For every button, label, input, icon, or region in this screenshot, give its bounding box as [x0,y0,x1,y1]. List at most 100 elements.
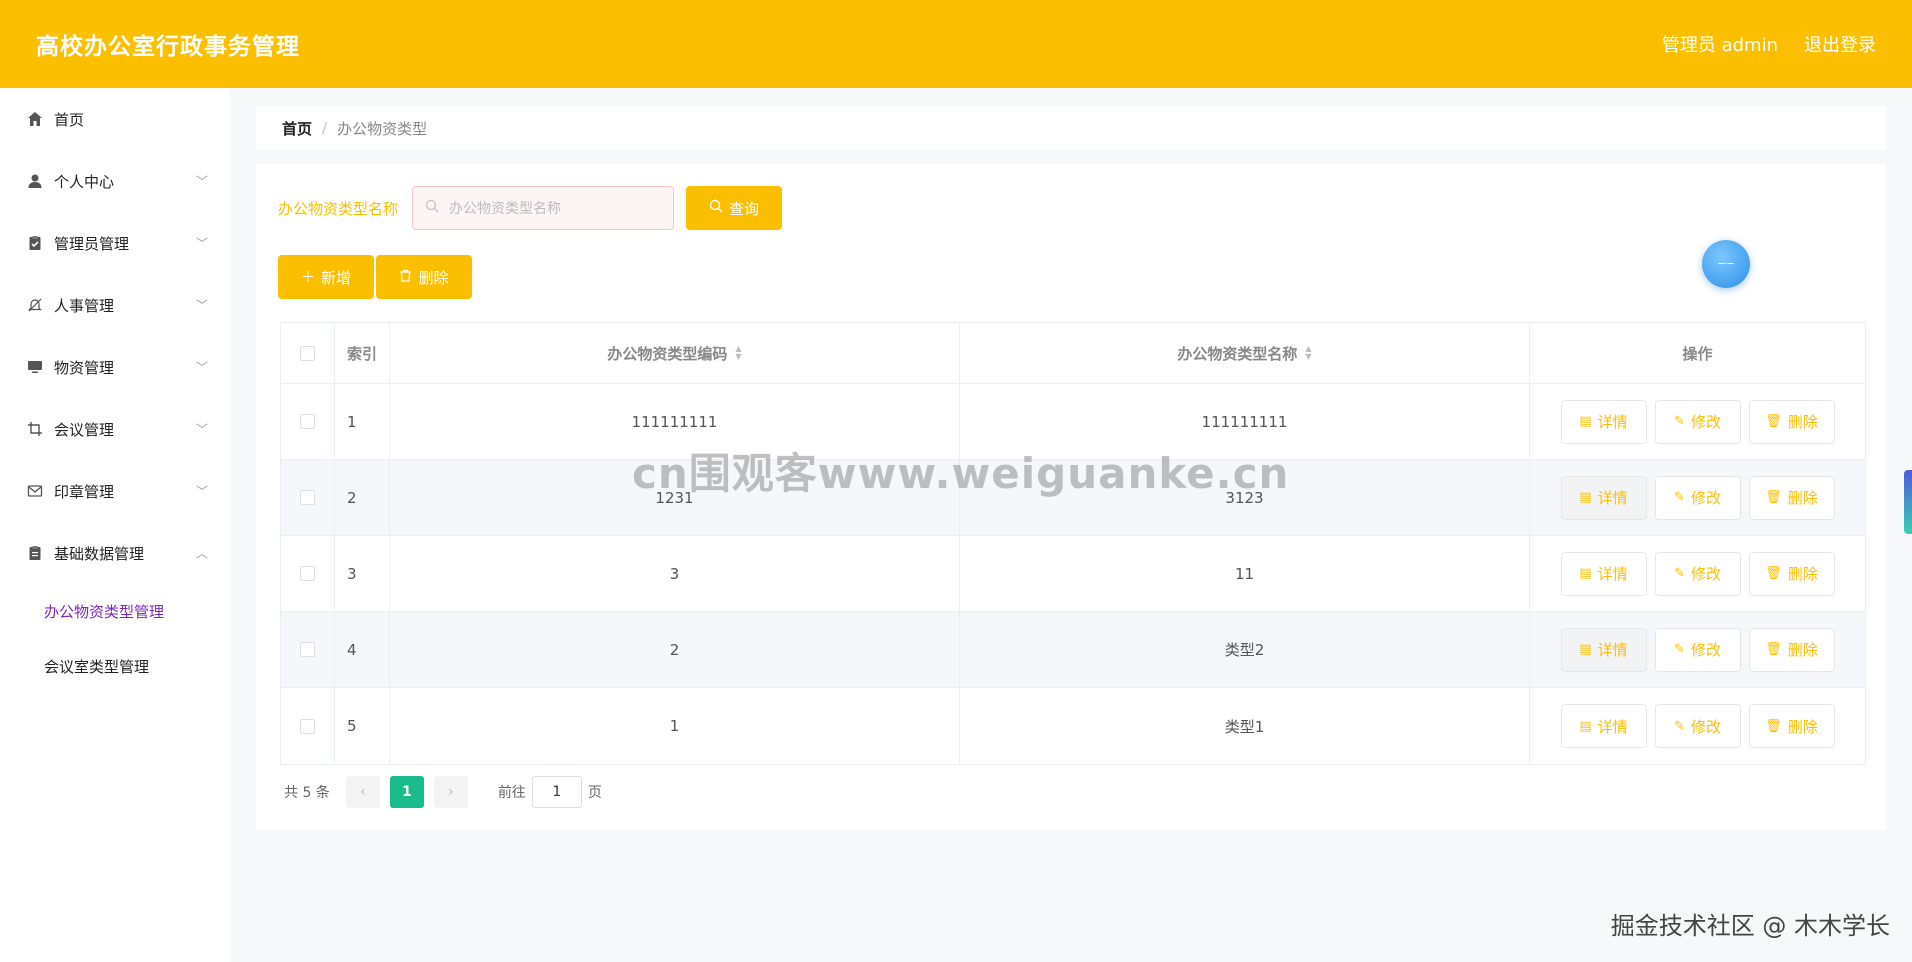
bell-off-icon [26,296,44,314]
clipboard-icon [26,544,44,562]
query-button[interactable]: 查询 [686,186,783,230]
side-scroll-tab[interactable] [1904,470,1912,534]
batch-delete-button[interactable]: 删除 [376,255,472,299]
floating-assistant-icon[interactable]: ─·─ [1702,240,1750,288]
row-checkbox[interactable] [300,718,315,734]
sidebar-item-label: 会议管理 [54,420,115,439]
table-header-row: 索引 办公物资类型编码 ▲ ▼ 办公物资类型名称 ▲ ▼ 操作 [281,323,1865,384]
goto-page: 前往 1 页 [498,776,602,808]
sidebar-item-basic-data-management[interactable]: 基础数据管理 ︿ [0,522,230,584]
edit-button[interactable]: ✎ 修改 [1654,399,1741,444]
row-checkbox-cell [281,536,335,611]
footer-watermark: 掘金技术社区 @ 木木学长 [1610,912,1890,940]
select-all-checkbox[interactable] [300,345,315,361]
app-title: 高校办公室行政事务管理 [36,34,300,60]
chevron-down-icon: ﹀ [195,174,208,189]
search-icon [425,199,439,217]
sidebar-subitem-supply-types[interactable]: 办公物资类型管理 [0,584,230,639]
sort-icon[interactable]: ▲ ▼ [735,345,741,361]
delete-button[interactable]: 🗑 删除 [1748,475,1835,520]
search-input[interactable]: 办公物资类型名称 [412,186,675,230]
cell-code: 1 [390,688,960,764]
edit-button[interactable]: ✎ 修改 [1654,475,1741,520]
pencil-icon: ✎ [1674,490,1685,505]
top-header: 高校办公室行政事务管理 管理员 admin 退出登录 [0,0,1912,88]
sidebar-item-label: 人事管理 [54,296,115,315]
edit-label: 修改 [1690,641,1721,659]
current-user[interactable]: 管理员 admin [1662,31,1778,57]
chevron-up-icon: ︿ [195,546,208,561]
row-checkbox[interactable] [300,490,315,505]
row-checkbox-cell [281,384,335,459]
sort-icon[interactable]: ▲ ▼ [1305,345,1311,361]
cell-ops: ▤ 详情 ✎ 修改 🗑 删除 [1530,536,1865,611]
add-button-label: 新增 [320,268,351,287]
sidebar-item-personal-center[interactable]: 个人中心 ﹀ [0,150,230,212]
next-page-button[interactable]: › [433,776,468,808]
row-checkbox[interactable] [300,414,315,429]
detail-button[interactable]: ▤ 详情 [1560,399,1647,444]
detail-label: 详情 [1597,717,1628,736]
delete-button[interactable]: 🗑 删除 [1748,399,1835,444]
sidebar: 首页 个人中心 ﹀ 管理员管理 ﹀ 人事管理 ﹀ 物资管理 ﹀ 会议管理 ﹀ 印… [0,88,230,962]
sidebar-item-hr-management[interactable]: 人事管理 ﹀ [0,274,230,336]
table-row: 4 2 类型2 ▤ 详情 ✎ 修改 🗑 删除 [281,612,1865,688]
pencil-icon: ✎ [1674,414,1685,429]
plus-icon: ＋ [300,270,315,286]
row-checkbox-cell [281,688,335,764]
sidebar-item-seal-management[interactable]: 印章管理 ﹀ [0,460,230,522]
detail-button[interactable]: ▤ 详情 [1560,627,1647,672]
page-number-current[interactable]: 1 [389,776,424,808]
logout-link[interactable]: 退出登录 [1804,31,1876,57]
header-code[interactable]: 办公物资类型编码 ▲ ▼ [390,323,960,383]
sidebar-item-supplies-management[interactable]: 物资管理 ﹀ [0,336,230,398]
document-icon: ▤ [1579,718,1592,734]
sidebar-item-label: 印章管理 [54,482,115,501]
user-icon [26,172,44,190]
row-checkbox[interactable] [300,566,315,581]
edit-button[interactable]: ✎ 修改 [1654,551,1741,596]
row-checkbox-cell [281,460,335,535]
table-row: 3 3 11 ▤ 详情 ✎ 修改 🗑 删除 [281,536,1865,612]
delete-label: 删除 [1787,565,1818,583]
sidebar-subitem-meeting-room-types[interactable]: 会议室类型管理 [0,639,230,694]
sidebar-item-meeting-management[interactable]: 会议管理 ﹀ [0,398,230,460]
mail-icon [26,482,44,500]
detail-button[interactable]: ▤ 详情 [1560,704,1647,748]
edit-label: 修改 [1690,489,1721,507]
row-checkbox[interactable] [300,642,315,657]
document-icon: ▤ [1579,566,1592,581]
cell-code: 2 [390,612,960,687]
pagination: 共 5 条 ‹ 1 › 前往 1 页 [284,776,602,808]
detail-label: 详情 [1597,413,1628,431]
pencil-icon: ✎ [1674,718,1685,734]
search-placeholder: 办公物资类型名称 [449,201,562,217]
cell-name: 类型2 [960,612,1530,687]
home-icon [26,110,44,128]
add-button[interactable]: ＋ 新增 [278,255,374,299]
cell-ops: ▤ 详情 ✎ 修改 🗑 删除 [1530,460,1865,535]
trash-icon: 🗑 [1765,490,1782,505]
header-name[interactable]: 办公物资类型名称 ▲ ▼ [960,323,1530,383]
edit-button[interactable]: ✎ 修改 [1654,627,1741,672]
sidebar-item-admin-management[interactable]: 管理员管理 ﹀ [0,212,230,274]
detail-button[interactable]: ▤ 详情 [1560,551,1647,596]
prev-page-button[interactable]: ‹ [345,776,380,808]
delete-label: 删除 [1787,717,1818,736]
delete-button[interactable]: 🗑 删除 [1748,627,1835,672]
detail-button[interactable]: ▤ 详情 [1560,475,1647,520]
sidebar-item-home[interactable]: 首页 [0,88,230,150]
sidebar-item-label: 物资管理 [54,358,115,377]
delete-button[interactable]: 🗑 删除 [1748,551,1835,596]
document-icon: ▤ [1579,642,1592,657]
delete-label: 删除 [1787,489,1818,507]
goto-page-input[interactable]: 1 [531,776,582,808]
data-table: 索引 办公物资类型编码 ▲ ▼ 办公物资类型名称 ▲ ▼ 操作 1 11111111… [280,322,1866,765]
header-ops: 操作 [1682,344,1713,363]
delete-button[interactable]: 🗑 删除 [1748,704,1835,748]
chevron-down-icon: ﹀ [195,422,208,437]
breadcrumb-home[interactable]: 首页 [282,118,312,139]
edit-button[interactable]: ✎ 修改 [1654,704,1741,748]
query-button-label: 查询 [729,199,760,218]
breadcrumb: 首页 / 办公物资类型 [256,106,1886,150]
